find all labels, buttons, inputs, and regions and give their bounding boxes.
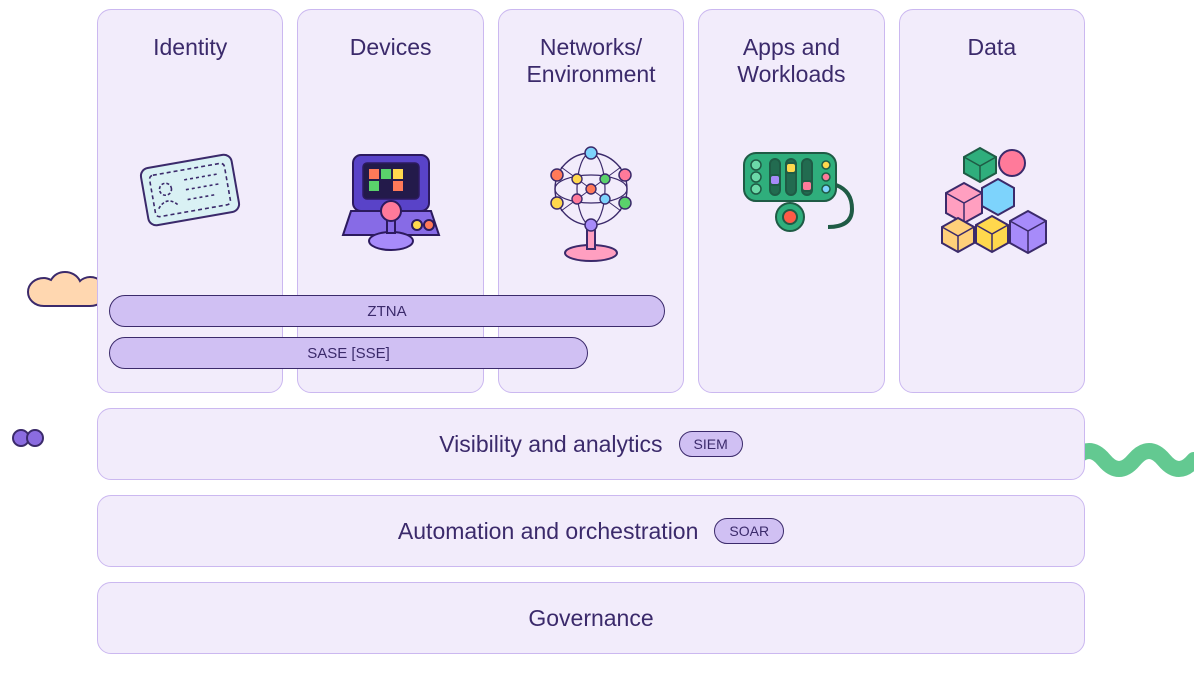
pillar-identity: Identity	[97, 9, 283, 393]
blocks-icon	[932, 145, 1052, 260]
pillar-title: Apps and Workloads	[699, 10, 883, 94]
foundation-rows: Visibility and analytics SIEM Automation…	[97, 408, 1085, 654]
controller-icon	[726, 145, 856, 250]
ztna-bar: ZTNA	[109, 295, 665, 327]
row-label: Governance	[528, 605, 653, 632]
soar-badge: SOAR	[714, 518, 784, 544]
pillar-networks: Networks/ Environment	[498, 9, 684, 393]
pillar-title: Networks/ Environment	[499, 10, 683, 94]
sase-bar: SASE [SSE]	[109, 337, 586, 369]
ztna-label: ZTNA	[367, 303, 406, 320]
id-card-icon	[130, 145, 250, 240]
pillar-title: Identity	[98, 10, 282, 94]
row-label: Visibility and analytics	[439, 431, 662, 458]
pillar-title: Data	[900, 10, 1084, 94]
row-visibility: Visibility and analytics SIEM	[97, 408, 1085, 480]
network-globe-icon	[531, 145, 651, 270]
pillar-title: Devices	[298, 10, 482, 94]
purple-blob-icon	[11, 428, 45, 453]
pillar-data: Data	[899, 9, 1085, 393]
row-automation: Automation and orchestration SOAR	[97, 495, 1085, 567]
diagram-stage: Identity Devices	[97, 9, 1085, 669]
arcade-icon	[331, 145, 451, 260]
siem-badge: SIEM	[679, 431, 743, 457]
pillar-apps: Apps and Workloads	[698, 9, 884, 393]
row-governance: Governance	[97, 582, 1085, 654]
row-label: Automation and orchestration	[398, 518, 698, 545]
sase-label: SASE [SSE]	[307, 345, 390, 362]
pillars-row: Identity Devices	[97, 9, 1085, 393]
pillar-devices: Devices	[297, 9, 483, 393]
green-wave-icon	[1074, 442, 1194, 483]
